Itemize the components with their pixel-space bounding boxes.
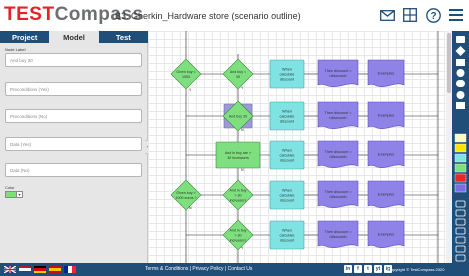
copy-icon[interactable] <box>455 218 466 226</box>
color-swatch-1[interactable] <box>454 133 467 143</box>
shape-toolbar <box>452 31 469 263</box>
examples-label: Examples <box>378 233 395 237</box>
fit-icon[interactable] <box>455 254 466 262</box>
redo-icon[interactable] <box>455 209 466 217</box>
examples-label: Examples <box>378 72 395 76</box>
color-swatch-5[interactable] <box>454 173 467 183</box>
grid-icon[interactable] <box>401 6 419 24</box>
footer: Terms & Conditions | Privacy Policy | Co… <box>0 263 469 276</box>
tab-test[interactable]: Test <box>98 31 148 43</box>
color-swatch-3[interactable] <box>454 153 467 163</box>
mail-icon[interactable] <box>378 6 396 24</box>
examples-label: Examples <box>378 114 395 118</box>
edge-label: Y <box>241 246 244 250</box>
color-picker[interactable]: ▾ <box>5 191 23 198</box>
data-no-field[interactable]: Data (No) <box>5 163 142 177</box>
help-icon[interactable]: ? <box>424 6 442 24</box>
scrollbar-thumb[interactable] <box>447 33 451 93</box>
edge-label: N <box>241 128 244 132</box>
color-swatch[interactable] <box>5 191 17 198</box>
undo-icon[interactable] <box>455 200 466 208</box>
flag-de-icon[interactable] <box>34 266 46 273</box>
flag-fr-icon[interactable] <box>64 266 76 273</box>
edge-label: N <box>241 168 244 172</box>
properties-panel: Node Label And buy 30 Preconditions (Yes… <box>0 43 148 263</box>
menu-icon[interactable] <box>447 6 465 24</box>
node-label-field[interactable]: And buy 30 <box>5 53 142 67</box>
svg-text:?: ? <box>430 11 436 22</box>
edge-label: Y <box>189 88 192 92</box>
social-links: in f t yt ig <box>344 265 392 273</box>
decision-label: And in buy are >30 increasers <box>225 151 251 160</box>
page-title: B3. Gherkin_Hardware store (scenario out… <box>115 11 301 21</box>
decision-node[interactable] <box>170 179 202 211</box>
info-icon[interactable] <box>456 91 465 99</box>
linkedin-icon[interactable]: in <box>344 265 352 273</box>
flag-uk-icon[interactable] <box>4 266 16 273</box>
copyright-text: Copyright © TestCompass 2020 <box>388 267 445 272</box>
decision-label: And buy 30 <box>229 115 247 119</box>
twitter-icon[interactable]: t <box>364 265 372 273</box>
flag-es-icon[interactable] <box>49 266 61 273</box>
flow-diagram[interactable]: Given buy <1000And buy <30When calculate d… <box>148 31 455 263</box>
rectangle-icon[interactable] <box>456 59 465 66</box>
paste-icon[interactable] <box>455 227 466 235</box>
decision-node[interactable] <box>170 58 202 90</box>
model-canvas[interactable]: Given buy <1000 And buy <30 When calculate d… <box>148 31 455 263</box>
decision-label: Given buy >1000 euros ? <box>176 191 197 200</box>
node-label-caption: Node Label <box>5 47 26 52</box>
panel-tabs: Project Model Test <box>0 31 148 43</box>
color-swatch-6[interactable] <box>454 183 467 193</box>
youtube-icon[interactable]: yt <box>374 265 382 273</box>
data-yes-field[interactable]: Data (Yes) <box>5 137 142 151</box>
decision-node[interactable] <box>215 141 261 169</box>
header: TESTCompass B3. Gherkin_Hardware store (… <box>0 0 469 31</box>
edge-label: Y <box>241 86 244 90</box>
tab-project[interactable]: Project <box>0 31 50 43</box>
examples-label: Examples <box>378 193 395 197</box>
circle-icon[interactable] <box>456 69 465 77</box>
document-icon[interactable] <box>456 102 465 109</box>
color-caption: Color <box>5 185 15 190</box>
footer-links[interactable]: Terms & Conditions | Privacy Policy | Co… <box>145 266 252 272</box>
zoom-out-icon[interactable] <box>455 245 466 253</box>
decision-node[interactable] <box>222 58 254 90</box>
terminator-icon[interactable] <box>456 80 465 87</box>
edge-label: N <box>189 206 192 210</box>
preconditions-no-field[interactable]: Preconditions (No) <box>5 109 142 123</box>
color-swatch-4[interactable] <box>454 163 467 173</box>
zoom-in-icon[interactable] <box>455 236 466 244</box>
chevron-down-icon[interactable]: ▾ <box>17 191 23 198</box>
eraser-icon[interactable] <box>456 36 465 43</box>
examples-label: Examples <box>378 153 395 157</box>
language-flags <box>4 266 76 273</box>
color-swatch-2[interactable] <box>454 143 467 153</box>
tab-model[interactable]: Model <box>49 31 99 43</box>
diamond-icon[interactable] <box>455 46 466 56</box>
preconditions-yes-field[interactable]: Preconditions (Yes) <box>5 82 142 96</box>
facebook-icon[interactable]: f <box>354 265 362 273</box>
flag-nl-icon[interactable] <box>19 266 31 273</box>
